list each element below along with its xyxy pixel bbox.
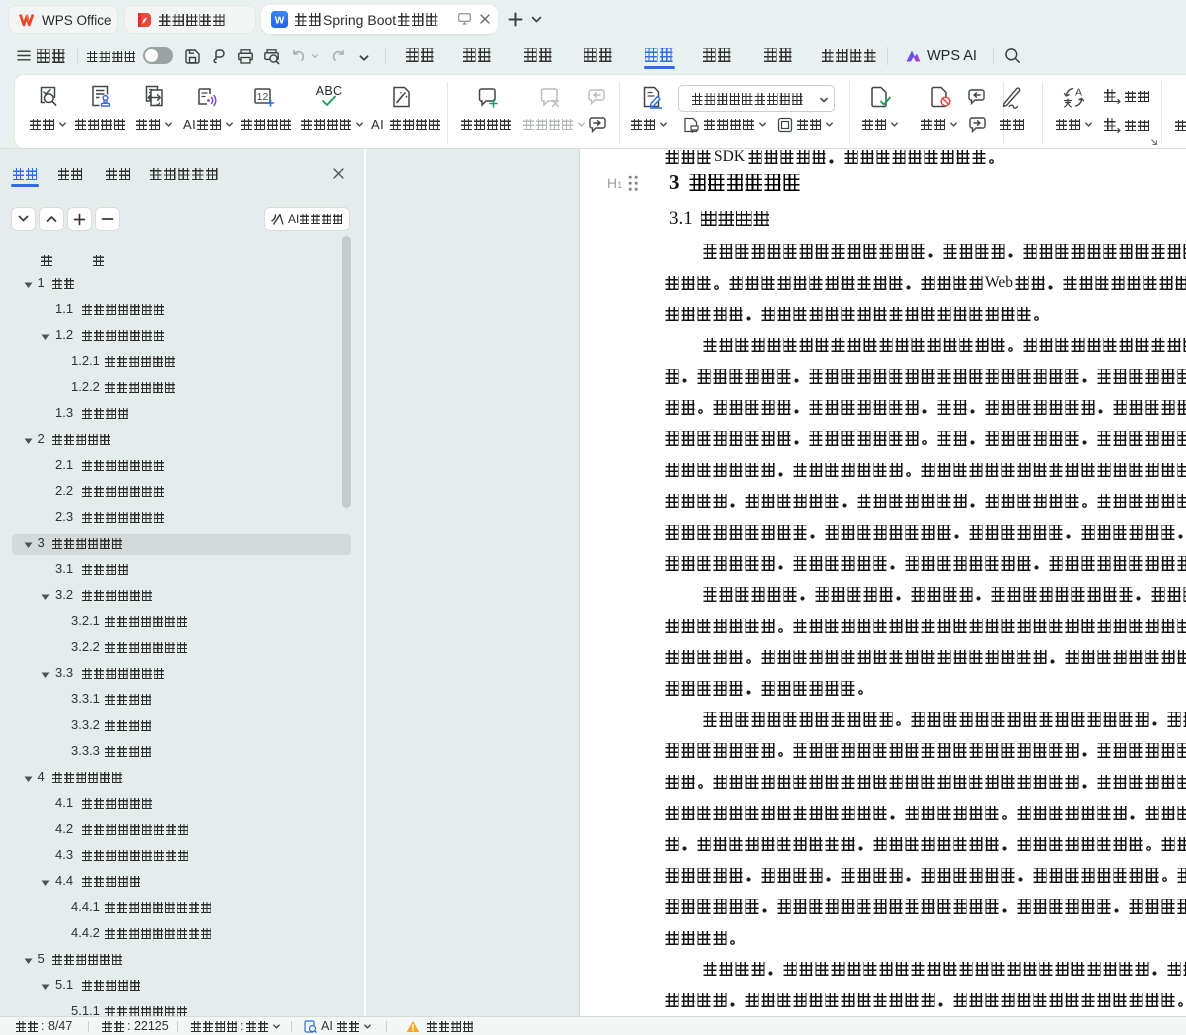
- svg-text:W: W: [275, 16, 285, 27]
- svg-text:A: A: [1075, 87, 1082, 99]
- svg-text:12: 12: [257, 91, 269, 103]
- svg-text:ABC: ABC: [316, 84, 343, 98]
